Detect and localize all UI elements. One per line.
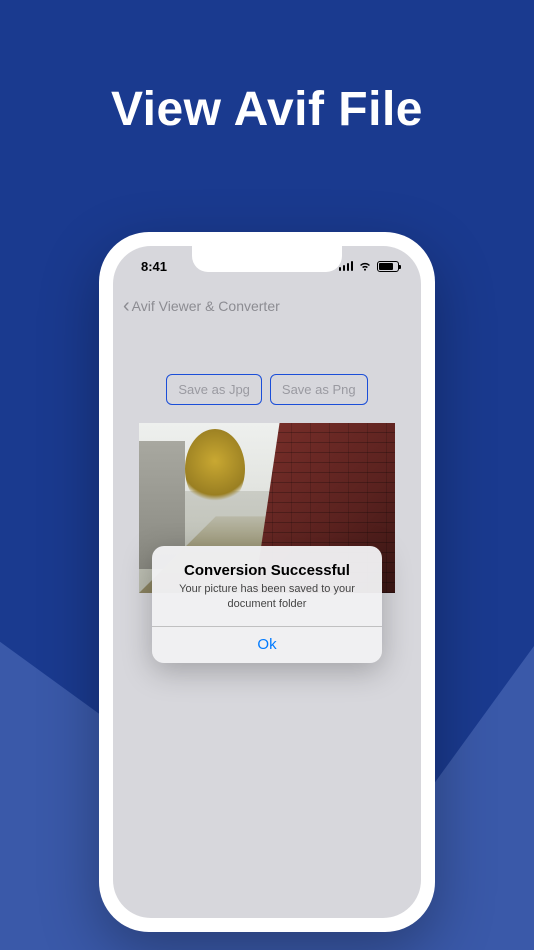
app-screen: 8:41 ‹ Avif Viewer & Converter bbox=[113, 246, 421, 918]
marketing-headline: View Avif File bbox=[0, 82, 534, 137]
phone-mockup: 8:41 ‹ Avif Viewer & Converter bbox=[99, 232, 435, 932]
alert-message: Your picture has been saved to your docu… bbox=[166, 582, 368, 612]
alert-dialog: Conversion Successful Your picture has b… bbox=[152, 546, 382, 663]
alert-backdrop: Conversion Successful Your picture has b… bbox=[113, 246, 421, 918]
phone-notch bbox=[192, 246, 342, 272]
alert-ok-button[interactable]: Ok bbox=[152, 626, 382, 663]
alert-title: Conversion Successful bbox=[166, 562, 368, 579]
